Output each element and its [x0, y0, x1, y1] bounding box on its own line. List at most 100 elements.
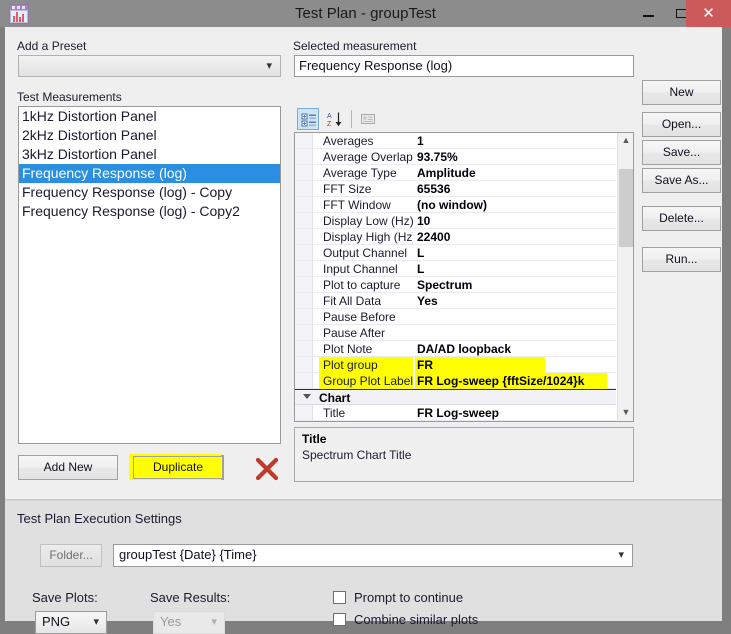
prompt-to-continue-label: Prompt to continue	[354, 590, 464, 605]
red-x-delete-icon[interactable]	[252, 455, 282, 483]
save-button[interactable]: Save...	[642, 140, 721, 165]
save-plots-value: PNG	[42, 614, 71, 629]
table-row[interactable]: Fit All Data Yes	[295, 293, 616, 309]
property-value[interactable]: 1	[417, 133, 616, 149]
chevron-down-icon: ▾	[93, 616, 99, 628]
property-grid[interactable]: Averages 1 Average Overlap 93.75% Averag…	[294, 132, 634, 422]
property-name: Plot to capture	[323, 278, 401, 292]
save-results-value: Yes	[160, 614, 182, 629]
property-value[interactable]: DA/AD loopback	[417, 341, 616, 357]
window-client-area: Add a Preset ▾ Test Measurements 1kHz Di…	[5, 27, 726, 634]
property-value[interactable]: 93.75%	[417, 149, 616, 165]
table-row-highlighted[interactable]: Group Plot Label FR Log-sweep {fftSize/1…	[295, 373, 616, 389]
table-row[interactable]: Pause Before	[295, 309, 616, 325]
description-text: Spectrum Chart Title	[302, 448, 412, 462]
run-button[interactable]: Run...	[642, 247, 721, 272]
table-row[interactable]: FFT Window (no window)	[295, 197, 616, 213]
list-item[interactable]: 3kHz Distortion Panel	[19, 145, 280, 164]
test-measurements-listbox[interactable]: 1kHz Distortion Panel 2kHz Distortion Pa…	[18, 106, 281, 444]
table-row[interactable]: Plot Note DA/AD loopback	[295, 341, 616, 357]
property-category-chart[interactable]: Chart	[295, 389, 616, 405]
property-value[interactable]: FR	[417, 357, 616, 373]
table-row[interactable]: Plot to capture Spectrum	[295, 277, 616, 293]
description-title: Title	[302, 432, 327, 446]
chevron-down-icon: ▾	[266, 60, 272, 72]
property-category-label: Chart	[319, 391, 351, 405]
list-item[interactable]: Frequency Response (log) - Copy	[19, 183, 280, 202]
delete-button[interactable]: Delete...	[642, 206, 721, 231]
collapse-triangle-icon[interactable]	[303, 394, 311, 399]
svg-text:A: A	[327, 113, 332, 120]
table-row[interactable]: Title FR Log-sweep	[295, 405, 616, 421]
table-row[interactable]: Display High (Hz) 22400	[295, 229, 616, 245]
save-plots-combobox[interactable]: PNG ▾	[35, 611, 107, 634]
chevron-down-icon: ▾	[618, 549, 624, 561]
scroll-up-icon[interactable]: ▲	[618, 133, 633, 149]
new-button[interactable]: New	[642, 80, 721, 105]
folder-path-combobox[interactable]: groupTest {Date} {Time} ▾	[113, 544, 633, 567]
minimize-button[interactable]	[632, 0, 665, 27]
property-value[interactable]: (no window)	[417, 197, 616, 213]
close-button[interactable]: ✕	[686, 0, 731, 27]
close-icon: ✕	[702, 5, 715, 22]
property-name: Group Plot Label	[323, 374, 413, 388]
window-right-edge	[722, 27, 726, 621]
open-button[interactable]: Open...	[642, 112, 721, 137]
property-value[interactable]: 10	[417, 213, 616, 229]
list-item[interactable]: 1kHz Distortion Panel	[19, 107, 280, 126]
selected-measurement-input[interactable]: Frequency Response (log)	[294, 55, 634, 77]
property-name: Display High (Hz)	[323, 230, 413, 244]
selected-measurement-label: Selected measurement	[293, 39, 417, 53]
scroll-down-icon[interactable]: ▼	[618, 405, 633, 421]
property-grid-rows: Averages 1 Average Overlap 93.75% Averag…	[295, 133, 616, 421]
property-value[interactable]: FR Log-sweep {fftSize/1024}k	[417, 373, 616, 389]
add-preset-combobox[interactable]: ▾	[18, 55, 281, 77]
property-value[interactable]: 22400	[417, 229, 616, 245]
table-row-highlighted[interactable]: Plot group FR	[295, 357, 616, 373]
svg-text:Z: Z	[327, 121, 332, 127]
property-value[interactable]: Yes	[417, 293, 616, 309]
property-value[interactable]: Spectrum	[417, 277, 616, 293]
save-results-label: Save Results:	[150, 590, 231, 605]
list-item[interactable]: Frequency Response (log) - Copy2	[19, 202, 280, 221]
property-name: Plot group	[323, 358, 378, 372]
scrollbar-thumb[interactable]	[619, 169, 633, 247]
save-as-button[interactable]: Save As...	[642, 168, 721, 193]
property-name: Average Overlap	[323, 150, 413, 164]
execution-settings-title: Test Plan Execution Settings	[17, 511, 182, 526]
test-plan-window: Test Plan - groupTest ✕ Add a Preset ▾ T…	[0, 0, 731, 634]
property-name: Display Low (Hz)	[323, 214, 413, 228]
prompt-to-continue-checkbox[interactable]	[333, 591, 346, 604]
categorized-view-icon[interactable]	[297, 108, 319, 130]
add-new-button[interactable]: Add New	[18, 455, 118, 480]
list-item-selected[interactable]: Frequency Response (log)	[19, 164, 280, 183]
chevron-down-icon: ▾	[211, 616, 217, 628]
property-value[interactable]: Amplitude	[417, 165, 616, 181]
table-row[interactable]: Input Channel L	[295, 261, 616, 277]
combine-similar-plots-checkbox[interactable]	[333, 613, 346, 626]
list-item[interactable]: 2kHz Distortion Panel	[19, 126, 280, 145]
folder-path-value: groupTest {Date} {Time}	[119, 547, 257, 562]
property-value[interactable]: FR Log-sweep	[417, 405, 616, 421]
table-row[interactable]: Average Overlap 93.75%	[295, 149, 616, 165]
property-grid-scrollbar[interactable]: ▲ ▼	[617, 133, 633, 421]
property-name: Plot Note	[323, 342, 373, 356]
window-title: Test Plan - groupTest	[295, 5, 436, 22]
property-name: Output Channel	[323, 246, 408, 260]
property-pages-icon[interactable]	[357, 108, 379, 130]
table-row[interactable]: Output Channel L	[295, 245, 616, 261]
table-row[interactable]: Pause After	[295, 325, 616, 341]
table-row[interactable]: Averages 1	[295, 133, 616, 149]
table-row[interactable]: FFT Size 65536	[295, 181, 616, 197]
duplicate-button-label: Duplicate	[152, 460, 204, 474]
test-measurements-label: Test Measurements	[17, 90, 122, 104]
property-value[interactable]: L	[417, 261, 616, 277]
alphabetical-sort-icon[interactable]: A Z	[324, 108, 346, 130]
property-value[interactable]: L	[417, 245, 616, 261]
property-value[interactable]: 65536	[417, 181, 616, 197]
table-row[interactable]: Display Low (Hz) 10	[295, 213, 616, 229]
table-row[interactable]: Average Type Amplitude	[295, 165, 616, 181]
duplicate-button[interactable]: Duplicate	[129, 454, 224, 480]
property-name: Average Type	[323, 166, 397, 180]
folder-button[interactable]: Folder...	[40, 544, 102, 567]
